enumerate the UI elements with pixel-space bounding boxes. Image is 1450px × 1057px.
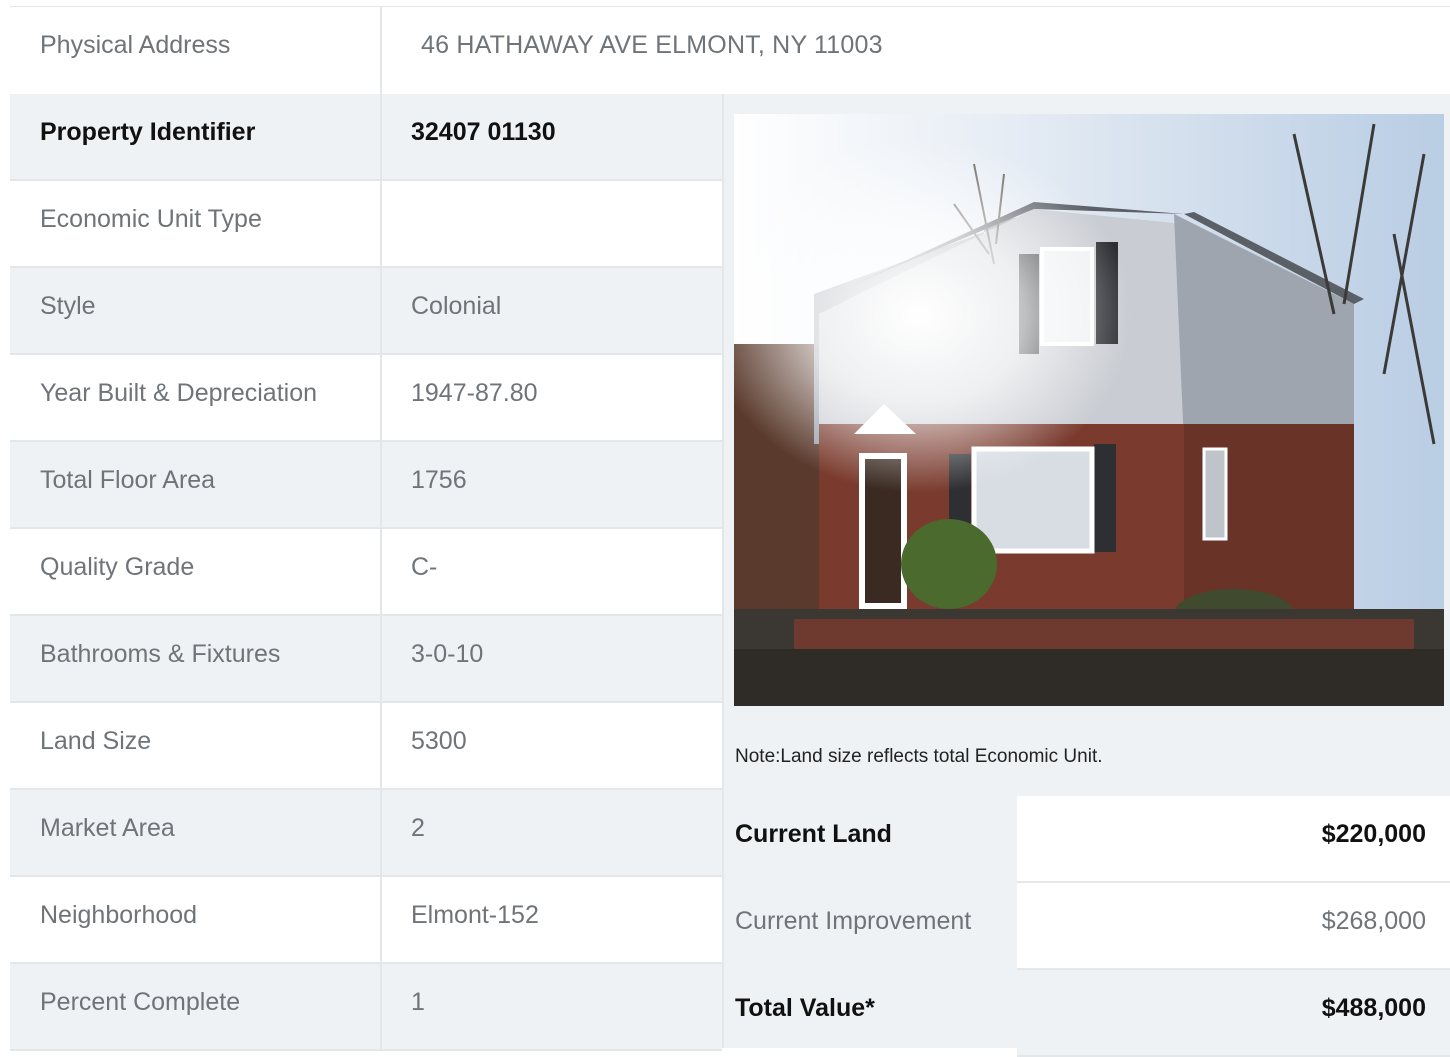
detail-value: C- bbox=[411, 553, 438, 581]
value-amount: $488,000 bbox=[1321, 994, 1426, 1022]
column-divider bbox=[380, 790, 382, 875]
detail-row-style: Style Colonial bbox=[10, 268, 722, 355]
column-divider bbox=[380, 355, 382, 440]
detail-value: 5300 bbox=[411, 727, 467, 755]
address-label: Physical Address bbox=[40, 31, 231, 59]
land-size-note: Note:Land size reflects total Economic U… bbox=[735, 746, 1103, 767]
detail-label: Market Area bbox=[40, 814, 175, 842]
column-divider bbox=[380, 877, 382, 962]
property-summary-panel: Note:Land size reflects total Economic U… bbox=[722, 94, 1450, 1057]
detail-label: Quality Grade bbox=[40, 553, 195, 581]
detail-label: Bathrooms & Fixtures bbox=[40, 640, 281, 668]
property-details-table: Property Identifier 32407 01130 Economic… bbox=[10, 94, 722, 1051]
detail-row-land-size: Land Size 5300 bbox=[10, 703, 722, 790]
value-cell: $268,000 bbox=[1017, 883, 1450, 970]
detail-label: Total Floor Area bbox=[40, 466, 216, 494]
detail-label: Style bbox=[40, 292, 96, 320]
column-divider bbox=[380, 442, 382, 527]
column-divider bbox=[380, 964, 382, 1049]
value-label: Current Improvement bbox=[735, 907, 972, 935]
column-divider bbox=[380, 703, 382, 788]
detail-value: 1756 bbox=[411, 466, 467, 494]
column-divider bbox=[380, 94, 382, 179]
property-record-table: Physical Address 46 HATHAWAY AVE ELMONT,… bbox=[10, 6, 1450, 1057]
address-row: Physical Address 46 HATHAWAY AVE ELMONT,… bbox=[10, 7, 1450, 96]
value-row-total-value: Total Value* $488,000 bbox=[724, 970, 1450, 1057]
detail-row-property-identifier: Property Identifier 32407 01130 bbox=[10, 94, 722, 181]
detail-row-quality-grade: Quality Grade C- bbox=[10, 529, 722, 616]
detail-value: 1 bbox=[411, 988, 425, 1016]
value-row-current-land: Current Land $220,000 bbox=[724, 796, 1450, 883]
detail-value: Colonial bbox=[411, 292, 502, 320]
detail-label: Economic Unit Type bbox=[40, 205, 262, 233]
column-divider bbox=[380, 529, 382, 614]
detail-label: Land Size bbox=[40, 727, 152, 755]
column-divider bbox=[380, 616, 382, 701]
detail-label: Property Identifier bbox=[40, 118, 256, 146]
value-cell: $220,000 bbox=[1017, 796, 1450, 883]
value-label: Total Value* bbox=[735, 994, 875, 1022]
detail-label: Percent Complete bbox=[40, 988, 241, 1016]
detail-value: 1947-87.80 bbox=[411, 379, 538, 407]
column-divider bbox=[380, 181, 382, 266]
detail-label: Neighborhood bbox=[40, 901, 198, 929]
detail-value: Elmont-152 bbox=[411, 901, 539, 929]
column-divider bbox=[380, 268, 382, 353]
detail-row-year-built: Year Built & Depreciation 1947-87.80 bbox=[10, 355, 722, 442]
property-photo bbox=[734, 114, 1444, 706]
detail-value: 2 bbox=[411, 814, 425, 842]
detail-label: Year Built & Depreciation bbox=[40, 379, 318, 407]
property-record-page: Physical Address 46 HATHAWAY AVE ELMONT,… bbox=[0, 0, 1450, 1057]
detail-value: 32407 01130 bbox=[411, 118, 556, 146]
value-label: Current Land bbox=[735, 820, 892, 848]
detail-row-bathrooms: Bathrooms & Fixtures 3-0-10 bbox=[10, 616, 722, 703]
value-cell: $488,000 bbox=[1017, 970, 1450, 1057]
address-value: 46 HATHAWAY AVE ELMONT, NY 11003 bbox=[421, 31, 883, 59]
detail-row-total-floor-area: Total Floor Area 1756 bbox=[10, 442, 722, 529]
detail-value: 3-0-10 bbox=[411, 640, 484, 668]
value-amount: $268,000 bbox=[1321, 907, 1426, 935]
column-divider bbox=[380, 7, 382, 94]
detail-row-neighborhood: Neighborhood Elmont-152 bbox=[10, 877, 722, 964]
detail-row-market-area: Market Area 2 bbox=[10, 790, 722, 877]
detail-row-percent-complete: Percent Complete 1 bbox=[10, 964, 722, 1051]
value-amount: $220,000 bbox=[1321, 820, 1426, 848]
value-row-current-improvement: Current Improvement $268,000 bbox=[724, 883, 1450, 970]
detail-row-economic-unit-type: Economic Unit Type bbox=[10, 181, 722, 268]
